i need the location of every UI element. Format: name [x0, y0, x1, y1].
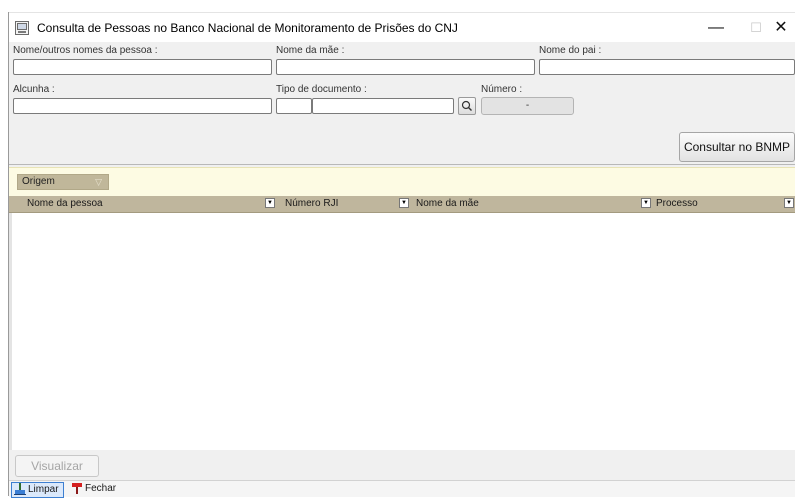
filter-icon[interactable]: ▽ [95, 175, 102, 189]
mae-input[interactable] [276, 59, 535, 75]
minimize-button[interactable]: — [696, 13, 736, 43]
fechar-button[interactable]: Fechar [69, 482, 116, 496]
mae-label: Nome da mãe : [276, 45, 345, 56]
nome-label: Nome/outros nomes da pessoa : [13, 45, 158, 56]
pai-label: Nome do pai : [539, 45, 602, 56]
tipo-documento-label: Tipo de documento : [276, 84, 367, 95]
pai-input[interactable] [539, 59, 795, 75]
consultar-bnmp-button[interactable]: Consultar no BNMP [679, 132, 795, 162]
results-grid[interactable] [9, 213, 795, 451]
column-nome-pessoa[interactable]: Nome da pessoa [27, 198, 103, 209]
numero-field: - [481, 97, 574, 115]
exit-sign-icon [72, 483, 82, 495]
numero-label: Número : [481, 84, 523, 95]
visualizar-button[interactable]: Visualizar [15, 455, 99, 477]
column-dropdown-icon[interactable]: ▼ [399, 198, 409, 208]
form-divider [9, 164, 795, 165]
title-bar[interactable]: Consulta de Pessoas no Banco Nacional de… [9, 12, 795, 43]
alcunha-label: Alcunha : [13, 84, 55, 95]
origem-chip-label: Origem [22, 176, 55, 187]
window-title: Consulta de Pessoas no Banco Nacional de… [37, 21, 458, 35]
column-dropdown-icon[interactable]: ▼ [641, 198, 651, 208]
bottom-toolbar: Limpar Fechar [9, 480, 795, 498]
tipo-documento-code-input[interactable] [276, 98, 312, 114]
search-icon [461, 100, 472, 111]
column-numero-rji[interactable]: Número RJI [285, 198, 338, 209]
nome-input[interactable] [13, 59, 272, 75]
grid-header: Nome da pessoa ▼ Número RJI ▼ Nome da mã… [9, 196, 795, 213]
consulta-window: Consulta de Pessoas no Banco Nacional de… [8, 12, 795, 498]
column-processo[interactable]: Processo [656, 198, 698, 209]
origem-group-chip[interactable]: Origem ▽ [17, 174, 109, 190]
group-by-panel[interactable]: Origem ▽ [9, 167, 795, 196]
lookup-button[interactable] [458, 97, 476, 115]
close-button[interactable]: ✕ [766, 13, 795, 43]
alcunha-input[interactable] [13, 98, 272, 114]
tipo-documento-desc-input[interactable] [312, 98, 454, 114]
column-nome-mae[interactable]: Nome da mãe [416, 198, 479, 209]
grid-row-indicator [9, 213, 12, 450]
limpar-label: Limpar [28, 484, 59, 495]
broom-icon [14, 483, 26, 496]
column-dropdown-icon[interactable]: ▼ [265, 198, 275, 208]
app-window-icon [15, 21, 29, 35]
search-form: Nome/outros nomes da pessoa : Nome da mã… [9, 42, 795, 166]
column-dropdown-icon[interactable]: ▼ [784, 198, 794, 208]
fechar-label: Fechar [85, 483, 117, 494]
action-panel: Visualizar [9, 450, 795, 478]
